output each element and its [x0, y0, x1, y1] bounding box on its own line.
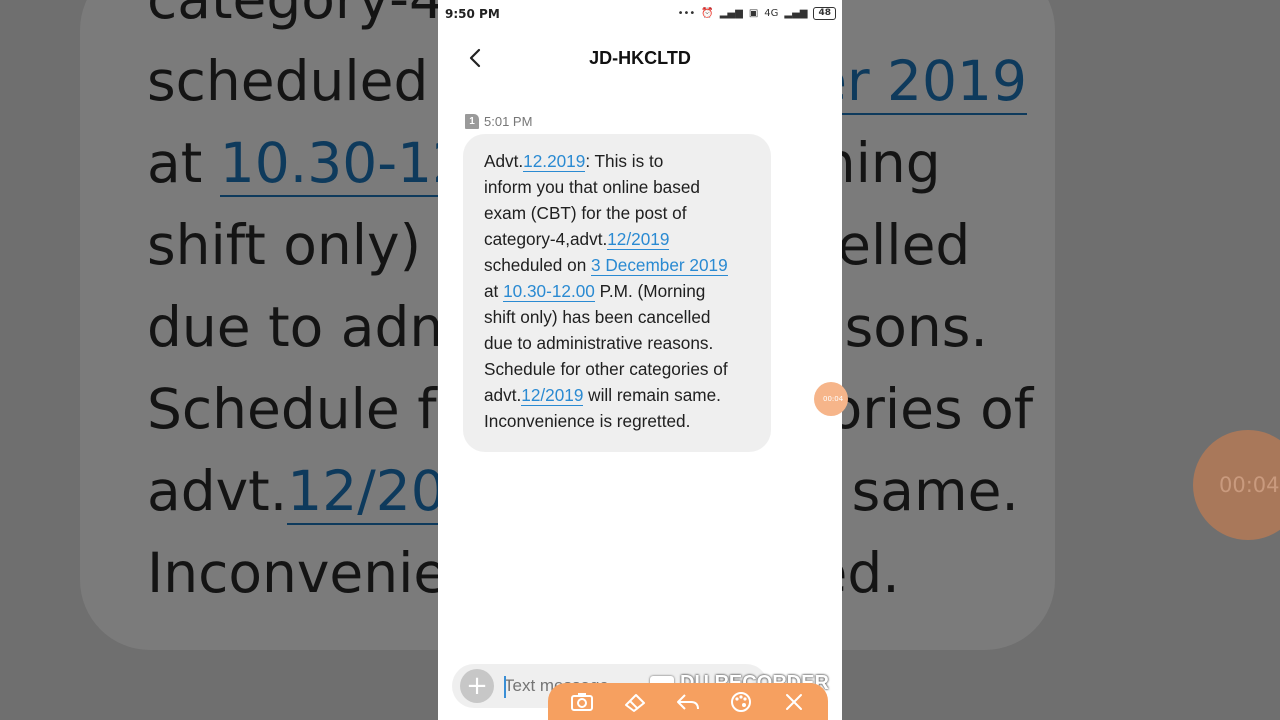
- status-icons: ••• ⏰ ▂▄▆ ▣ 4G ▂▄▆ 48: [678, 7, 836, 20]
- message-meta: 1 5:01 PM: [465, 114, 532, 129]
- line-text: inform you that online based: [484, 177, 700, 197]
- volte-icon: ▣: [748, 8, 759, 19]
- background-timer: 00:04: [1193, 430, 1280, 540]
- phone-screen: 9:50 PM ••• ⏰ ▂▄▆ ▣ 4G ▂▄▆ 48 JD-HKCLTD …: [438, 0, 842, 720]
- line-text: Inconvenience is regretted.: [484, 411, 691, 431]
- palette-button[interactable]: [726, 687, 756, 717]
- status-bar: 9:50 PM ••• ⏰ ▂▄▆ ▣ 4G ▂▄▆ 48: [438, 0, 842, 30]
- line-text: due to administrative reasons.: [484, 333, 714, 353]
- inline-link[interactable]: 12/2019: [607, 229, 670, 250]
- text-line: advt.12/2019 will remain same.: [484, 382, 759, 408]
- text-line: category-4,advt.12/2019: [484, 226, 759, 252]
- inline-link[interactable]: 10.30-12.00: [503, 281, 595, 302]
- alarm-icon: ⏰: [701, 8, 714, 19]
- line-text: category-4,advt.: [484, 229, 608, 249]
- text-line: inform you that online based: [484, 174, 759, 200]
- text-line: Advt.12.2019: This is to: [484, 148, 759, 174]
- text-line: scheduled on 3 December 2019: [484, 252, 759, 278]
- undo-icon: [676, 693, 699, 710]
- line-text: advt.: [484, 385, 522, 405]
- signal-icon-2: ▂▄▆: [784, 8, 808, 19]
- palette-icon: [730, 691, 751, 712]
- battery-icon: 48: [813, 7, 836, 20]
- line-text: P.M. (Morning: [594, 281, 706, 301]
- line-text: scheduled on: [484, 255, 592, 275]
- close-icon: [785, 693, 802, 710]
- line-text: shift only) has been cancelled: [484, 307, 711, 327]
- more-dots-icon: •••: [677, 8, 696, 19]
- conversation-title: JD-HKCLTD: [589, 48, 691, 68]
- screenshot-button[interactable]: [567, 687, 597, 717]
- line-text: exam (CBT) for the post of: [484, 203, 687, 223]
- line-text: Advt.: [484, 151, 524, 171]
- text-line: shift only) has been cancelled: [484, 304, 759, 330]
- add-attachment-button[interactable]: +: [460, 669, 494, 703]
- status-time: 9:50 PM: [445, 7, 500, 21]
- line-text: : This is to: [585, 151, 664, 171]
- conversation-header: JD-HKCLTD: [438, 36, 842, 82]
- message-text: Advt.12.2019: This is to inform you that …: [484, 148, 759, 434]
- text-line: Inconvenience is regretted.: [484, 408, 759, 434]
- message-timestamp: 5:01 PM: [484, 114, 533, 129]
- sim-slot-icon: 1: [465, 114, 479, 129]
- text-line: exam (CBT) for the post of: [484, 200, 759, 226]
- inline-link[interactable]: 12/2019: [521, 385, 584, 406]
- message-bubble[interactable]: Advt.12.2019: This is to inform you that …: [463, 134, 771, 452]
- inline-link[interactable]: 12.2019: [523, 151, 586, 172]
- camera-icon: [571, 692, 594, 711]
- close-toolbar-button[interactable]: [779, 687, 809, 717]
- eraser-button[interactable]: [620, 687, 650, 717]
- line-text: will remain same.: [583, 385, 721, 405]
- eraser-icon: [625, 693, 646, 712]
- text-line: at 10.30-12.00 P.M. (Morning: [484, 278, 759, 304]
- signal-icon: ▂▄▆: [719, 8, 743, 19]
- network-type-icon: 4G: [764, 8, 779, 19]
- text-line: Schedule for other categories of: [484, 356, 759, 382]
- recorder-floating-bubble[interactable]: 00:04: [814, 382, 848, 416]
- text-line: due to administrative reasons.: [484, 330, 759, 356]
- line-text: at: [147, 131, 220, 195]
- text-cursor: [504, 676, 506, 698]
- inline-link[interactable]: 3 December 2019: [591, 255, 728, 276]
- undo-button[interactable]: [673, 687, 703, 717]
- line-text: at: [484, 281, 504, 301]
- line-text: Schedule for other categories of: [484, 359, 728, 379]
- recorder-toolbar: [548, 683, 828, 720]
- line-text: advt.: [147, 459, 288, 523]
